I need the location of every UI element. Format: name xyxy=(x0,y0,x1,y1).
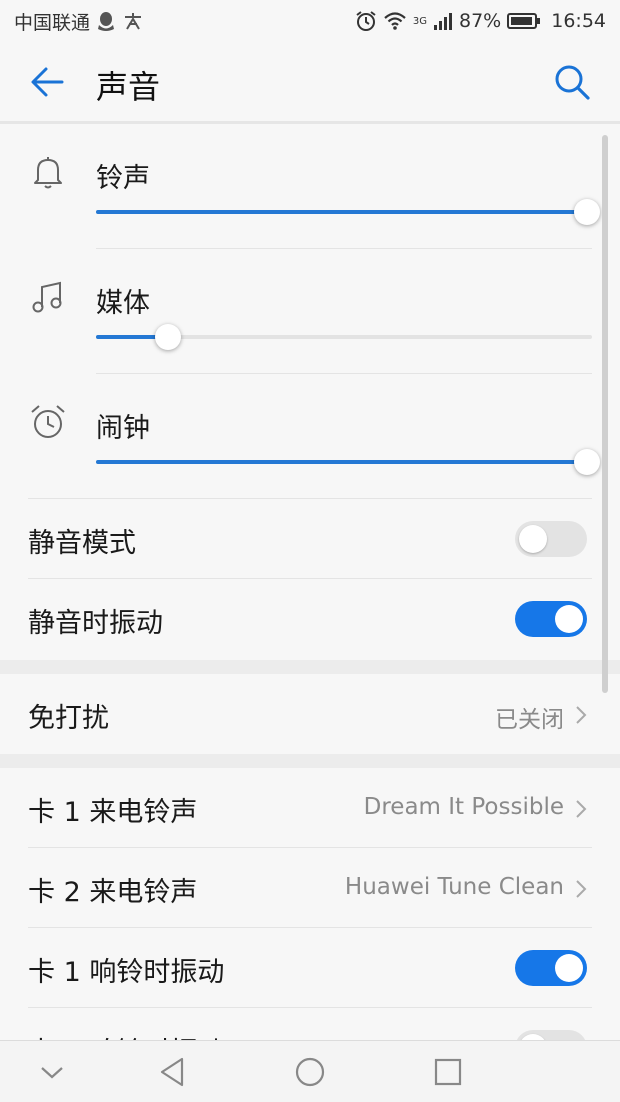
volume-slider[interactable] xyxy=(96,324,592,350)
volume-slider[interactable] xyxy=(96,449,601,475)
battery-percent: 87% xyxy=(459,10,502,32)
app-bar: 声音 xyxy=(0,42,620,122)
status-bar: 中国联通 3G 87% 16:54 xyxy=(0,0,620,42)
alarm-clock-icon xyxy=(28,402,68,442)
row-label: 卡 1 来电铃声 xyxy=(28,797,198,828)
slider-thumb[interactable] xyxy=(154,324,181,350)
toggle-knob xyxy=(555,605,583,633)
battery-icon xyxy=(507,12,541,30)
row-label: 免打扰 xyxy=(28,703,109,734)
row-label: 静音模式 xyxy=(28,528,136,559)
sim1-ringtone-row[interactable]: 卡 1 来电铃声 Dream It Possible xyxy=(0,768,620,848)
section-gap xyxy=(0,660,620,674)
do-not-disturb-row[interactable]: 免打扰 已关闭 xyxy=(0,674,620,754)
sim1-vibrate-row[interactable]: 卡 1 响铃时振动 xyxy=(0,928,620,1008)
chevron-right-icon xyxy=(574,878,588,900)
row-label: 卡 1 响铃时振动 xyxy=(28,957,225,988)
row-label: 卡 2 来电铃声 xyxy=(28,877,198,908)
chevron-right-icon xyxy=(574,798,588,820)
row-value: Huawei Tune Clean xyxy=(344,874,564,900)
chevron-right-icon xyxy=(574,704,588,726)
home-circle-icon[interactable] xyxy=(292,1055,328,1089)
scrollbar[interactable] xyxy=(602,135,608,693)
volume-media: 媒体 xyxy=(0,249,620,374)
page-title: 声音 xyxy=(96,68,161,106)
recents-square-icon[interactable] xyxy=(430,1055,466,1089)
volume-label: 媒体 xyxy=(96,288,150,319)
section-gap xyxy=(0,754,620,768)
volume-alarm: 闹钟 xyxy=(0,374,620,499)
back-triangle-icon[interactable] xyxy=(154,1055,190,1089)
row-value: 已关闭 xyxy=(495,707,564,733)
vibrate-when-silent-row[interactable]: 静音时振动 xyxy=(0,579,620,659)
music-note-icon xyxy=(28,277,68,317)
arrow-left-icon[interactable] xyxy=(28,64,68,100)
carrier-name: 中国联通 xyxy=(14,11,91,34)
network-type: 3G xyxy=(412,16,427,27)
volume-label: 闹钟 xyxy=(96,413,150,444)
volume-label: 铃声 xyxy=(96,163,150,194)
signal-icon xyxy=(433,11,453,31)
search-icon[interactable] xyxy=(552,62,592,102)
row-label: 静音时振动 xyxy=(28,608,163,639)
toggle-knob xyxy=(519,525,547,553)
slider-fill xyxy=(96,210,588,214)
navigation-bar xyxy=(0,1040,620,1102)
sim2-ringtone-row[interactable]: 卡 2 来电铃声 Huawei Tune Clean xyxy=(0,848,620,928)
volume-slider[interactable] xyxy=(96,199,601,225)
slider-fill xyxy=(96,460,588,464)
toggle-knob xyxy=(555,954,583,982)
vibrate-when-silent-toggle[interactable] xyxy=(515,601,587,637)
app-notification-icon xyxy=(122,11,144,31)
bell-icon xyxy=(28,152,68,192)
clock: 16:54 xyxy=(551,10,606,32)
slider-thumb[interactable] xyxy=(574,199,601,225)
sim1-vibrate-toggle[interactable] xyxy=(515,950,587,986)
volume-ringtone: 铃声 xyxy=(0,124,620,249)
qq-icon xyxy=(96,10,116,32)
slider-thumb[interactable] xyxy=(574,449,601,475)
row-value: Dream It Possible xyxy=(363,794,564,820)
silent-mode-row[interactable]: 静音模式 xyxy=(0,499,620,579)
silent-mode-toggle[interactable] xyxy=(515,521,587,557)
wifi-icon xyxy=(383,11,407,31)
alarm-icon xyxy=(355,10,377,32)
chevron-down-icon[interactable] xyxy=(34,1055,70,1089)
